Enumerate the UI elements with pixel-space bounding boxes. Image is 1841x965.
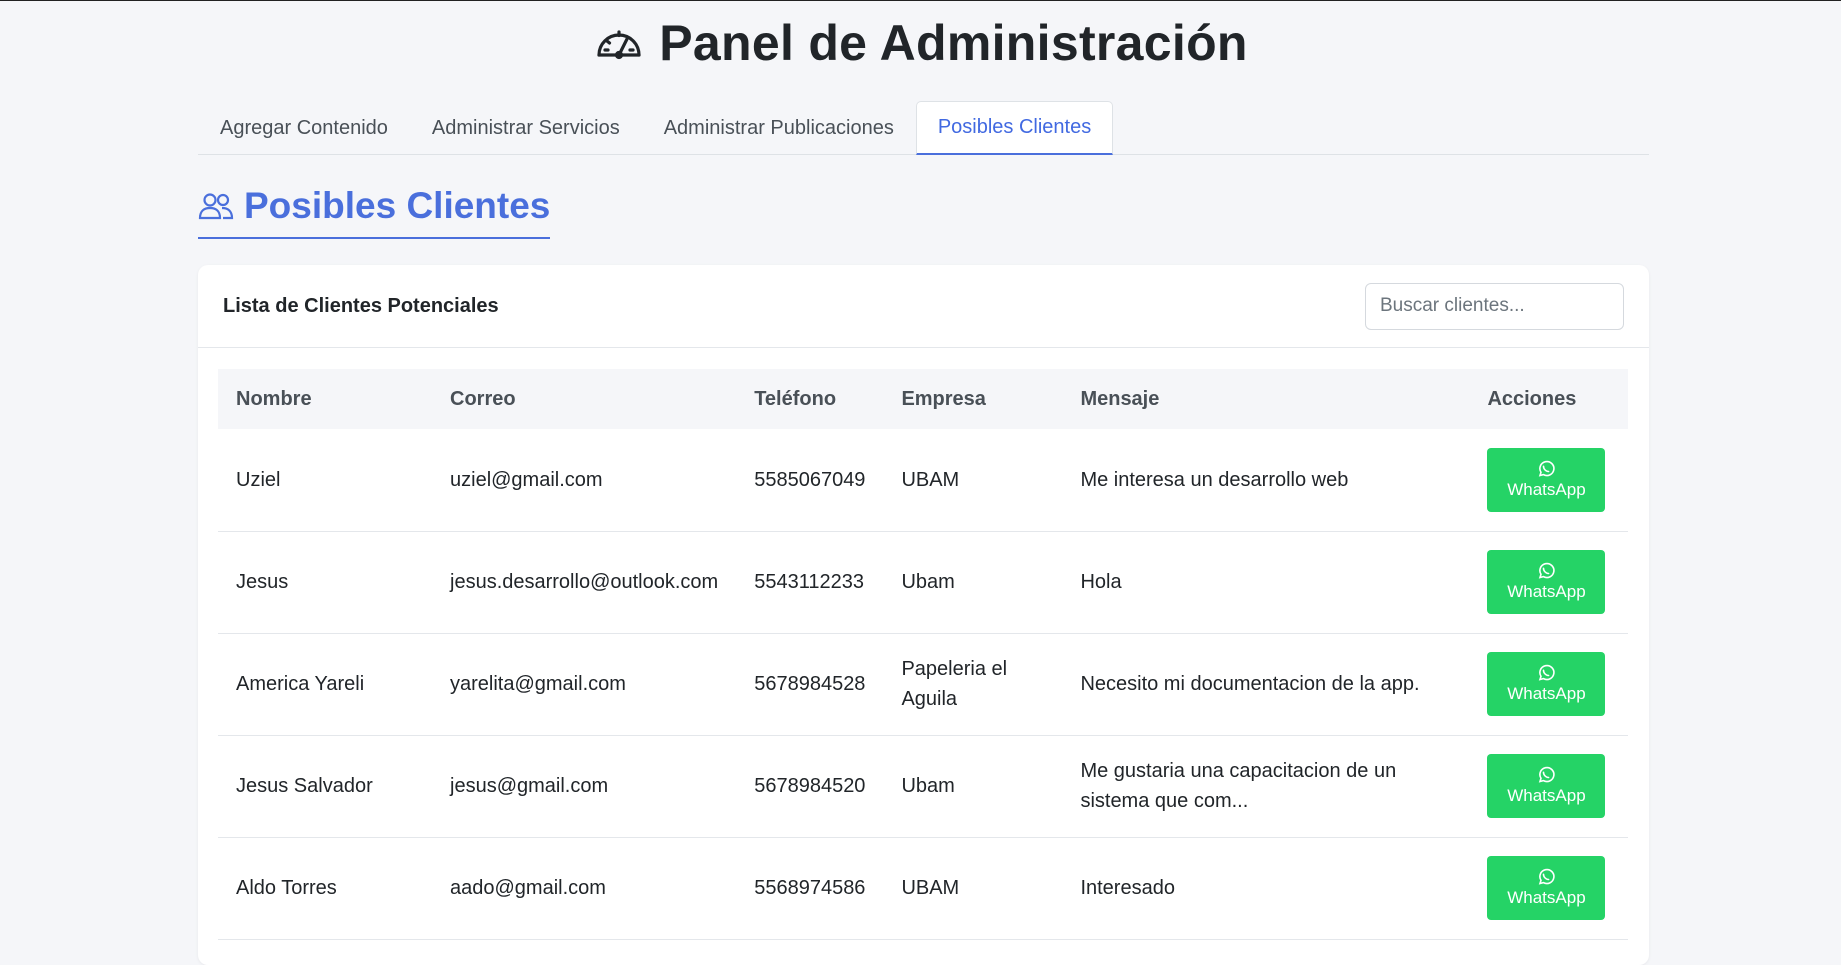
cell-empresa: Papeleria el Aguila [901, 658, 1008, 710]
whatsapp-button-label: WhatsApp [1507, 582, 1586, 601]
cell-acciones: WhatsApp [1469, 429, 1628, 531]
section-title-text: Posibles Clientes [244, 185, 551, 226]
tab-bar: Agregar Contenido Administrar Servicios … [198, 101, 1649, 155]
cell-telefono: 5678984528 [754, 673, 866, 695]
whatsapp-button-label: WhatsApp [1507, 786, 1586, 805]
column-header-mensaje[interactable]: Mensaje [1062, 369, 1469, 429]
cell-correo: aado@gmail.com [450, 877, 606, 899]
cell-empresa: Ubam [901, 775, 955, 797]
cell-mensaje: Me interesa un desarrollo web [1080, 468, 1349, 491]
tab-administrar-publicaciones[interactable]: Administrar Publicaciones [642, 101, 916, 155]
cell-nombre: America Yareli [236, 673, 365, 695]
cell-nombre: Aldo Torres [236, 877, 337, 899]
cell-mensaje: Interesado [1080, 877, 1175, 899]
cell-correo: yarelita@gmail.com [450, 673, 626, 695]
people-icon [198, 193, 234, 220]
table-header-row: Nombre Correo Teléfono Empresa Mensaje A… [218, 369, 1628, 429]
whatsapp-button-label: WhatsApp [1507, 479, 1586, 499]
whatsapp-button[interactable]: WhatsApp [1487, 652, 1606, 716]
whatsapp-icon [1539, 868, 1556, 885]
column-header-acciones: Acciones [1487, 387, 1577, 410]
page-title: Panel de Administración [659, 15, 1248, 71]
whatsapp-button[interactable]: WhatsApp [1487, 856, 1606, 920]
column-header-empresa[interactable]: Empresa [883, 369, 1062, 429]
whatsapp-icon [1539, 562, 1556, 579]
cell-telefono: 5543112233 [754, 571, 864, 593]
cell-mensaje: Hola [1080, 571, 1122, 593]
whatsapp-button-label: WhatsApp [1507, 684, 1586, 703]
table-row: Aldo Torres aado@gmail.com 5568974586 UB… [218, 837, 1628, 939]
whatsapp-icon [1539, 766, 1556, 783]
cell-correo: uziel@gmail.com [450, 468, 603, 491]
cell-telefono: 5568974586 [754, 877, 866, 899]
clients-card: Lista de Clientes Potenciales Nombre Cor… [198, 265, 1649, 965]
card-title: Lista de Clientes Potenciales [223, 294, 499, 317]
clients-table: Nombre Correo Teléfono Empresa Mensaje A… [218, 369, 1628, 940]
whatsapp-button[interactable]: WhatsApp [1487, 754, 1606, 818]
whatsapp-button[interactable]: WhatsApp [1487, 447, 1606, 512]
table-row: America Yareli yarelita@gmail.com 567898… [218, 633, 1628, 735]
column-header-correo[interactable]: Correo [432, 369, 736, 429]
tab-agregar-contenido[interactable]: Agregar Contenido [198, 101, 410, 155]
card-header: Lista de Clientes Potenciales [198, 265, 1649, 348]
section-title: Posibles Clientes [198, 185, 551, 239]
cell-nombre: Uziel [236, 468, 281, 491]
cell-empresa: Ubam [901, 571, 955, 593]
column-header-telefono[interactable]: Teléfono [736, 369, 883, 429]
column-header-nombre[interactable]: Nombre [218, 369, 432, 429]
cell-mensaje: Me gustaria una capacitacion de un siste… [1080, 760, 1397, 812]
whatsapp-button[interactable]: WhatsApp [1487, 550, 1606, 614]
table-row: Uziel uziel@gmail.com 5585067049 UBAM Me… [218, 429, 1628, 531]
cell-correo: jesus.desarrollo@outlook.com [450, 571, 719, 593]
speedometer-icon [597, 30, 641, 60]
cell-empresa: UBAM [901, 468, 960, 491]
cell-telefono: 5678984520 [754, 775, 866, 797]
table-row: Jesus Salvador jesus@gmail.com 567898452… [218, 735, 1628, 837]
cell-nombre: Jesus [236, 571, 289, 593]
tab-posibles-clientes[interactable]: Posibles Clientes [915, 101, 1114, 155]
tab-administrar-servicios[interactable]: Administrar Servicios [410, 101, 642, 155]
cell-correo: jesus@gmail.com [450, 775, 609, 797]
page-header: Panel de Administración [0, 1, 1841, 85]
whatsapp-icon [1539, 460, 1556, 477]
search-input[interactable] [1380, 295, 1625, 317]
cell-empresa: UBAM [901, 877, 960, 899]
table-row: Jesus jesus.desarrollo@outlook.com 55431… [218, 531, 1628, 633]
cell-telefono: 5585067049 [754, 468, 866, 491]
cell-mensaje: Necesito mi documentacion de la app. [1080, 673, 1420, 695]
cell-acciones: WhatsApp [1469, 633, 1628, 735]
cell-acciones: WhatsApp [1469, 531, 1628, 633]
cell-acciones: WhatsApp [1469, 837, 1628, 939]
whatsapp-icon [1539, 664, 1556, 681]
cell-acciones: WhatsApp [1469, 735, 1628, 837]
whatsapp-button-label: WhatsApp [1507, 888, 1586, 907]
search-box [1365, 282, 1625, 330]
cell-nombre: Jesus Salvador [236, 775, 373, 797]
